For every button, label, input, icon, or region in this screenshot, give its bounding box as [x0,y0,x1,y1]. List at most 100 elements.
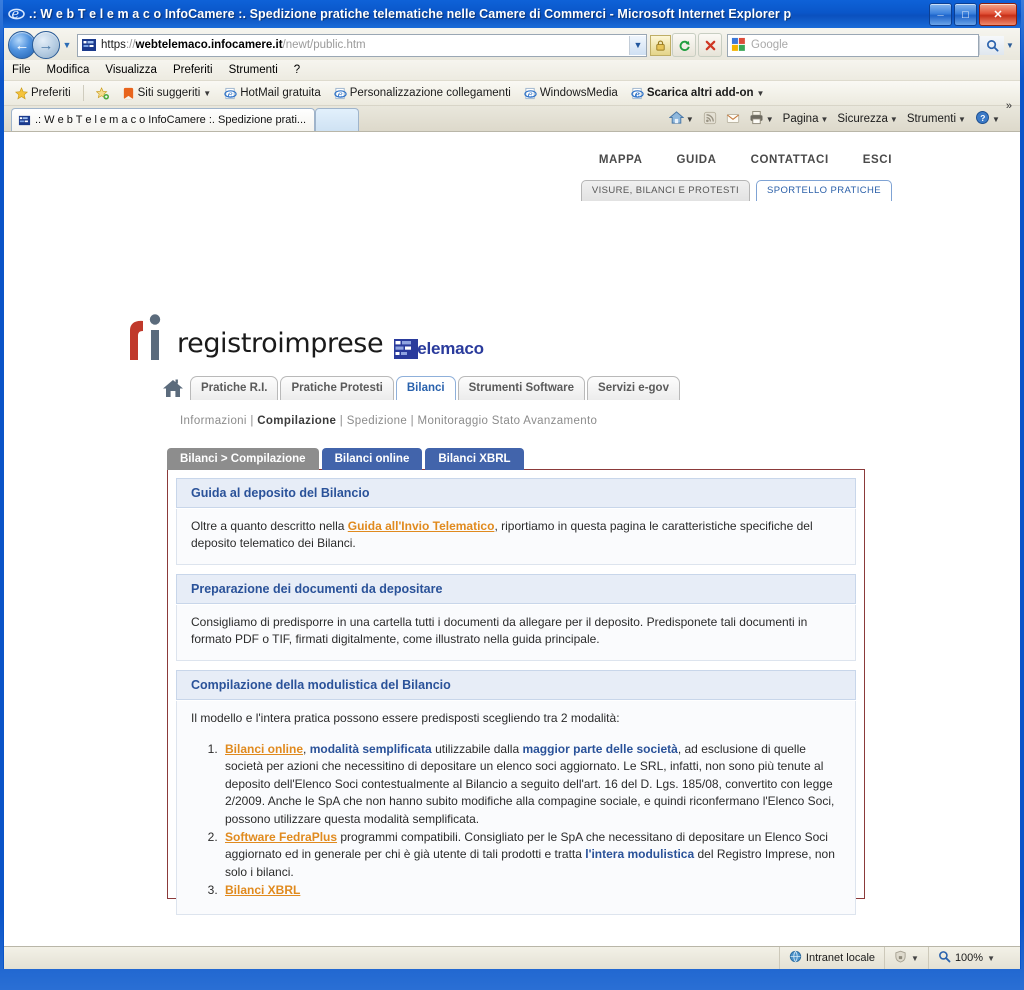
home-icon[interactable] [162,377,184,399]
fav-item-scarica-altri-add-on[interactable]: e Scarica altri add-on ▼ [627,86,769,101]
main-tab-pratiche-ri[interactable]: Pratiche R.I. [190,376,279,400]
menu-item-help[interactable]: ? [294,64,300,76]
window-controls: _ □ ✕ [929,3,1017,26]
search-input[interactable]: Google [727,33,979,57]
main-tab-strumenti-software[interactable]: Strumenti Software [457,376,586,400]
feeds-button[interactable] [700,110,720,129]
sub-tab-bilanci-compilazione[interactable]: Bilanci > Compilazione [167,448,319,470]
internet-explorer-icon: e [224,87,237,100]
site-top-nav: MAPPA GUIDA CONTATTACI ESCI [599,154,892,166]
refresh-button[interactable] [672,33,696,57]
add-star-icon [95,86,109,100]
minimize-icon: _ [937,4,944,17]
security-zone-indicator[interactable]: Intranet locale [778,947,884,969]
chevron-down-icon: ▼ [987,953,995,963]
mode-bold-maggior-parte-societa: maggior parte delle società [522,741,678,756]
fav-label: HotMail gratuita [240,87,321,99]
stop-button[interactable] [698,33,722,57]
site-logo[interactable]: registroimprese elemaco [126,310,484,362]
page-menu-button[interactable]: Pagina ▼ [780,112,832,126]
link-bilanci-xbrl[interactable]: Bilanci XBRL [225,883,300,897]
modes-list: Bilanci online, modalità semplificata ut… [191,741,841,900]
favorites-label: Preferiti [31,87,71,99]
content-panel: Guida al deposito del Bilancio Oltre a q… [167,469,865,916]
protected-mode-indicator[interactable]: ▼ [884,947,928,969]
service-tab-sportello-pratiche[interactable]: SPORTELLO PRATICHE [755,180,892,201]
search-go-button[interactable] [979,35,1004,55]
link-guida-invio-telematico[interactable]: Guida all'Invio Telematico [348,519,495,533]
svg-text:e: e [12,7,20,22]
help-menu-button[interactable]: ? ▼ [972,109,1003,129]
close-button[interactable]: ✕ [979,3,1017,26]
breadcrumb-item-compilazione[interactable]: Compilazione [257,415,336,427]
menu-item-modifica[interactable]: Modifica [47,64,90,76]
address-dropdown-button[interactable]: ▼ [629,35,646,55]
tools-menu-button[interactable]: Strumenti ▼ [904,112,969,126]
fav-label: Siti suggeriti [137,87,201,99]
main-tab-servizi-e-gov[interactable]: Servizi e-gov [587,376,680,400]
ssl-lock-icon[interactable] [650,34,671,56]
chevron-down-icon: ▼ [203,88,212,98]
main-tab-pratiche-protesti[interactable]: Pratiche Protesti [280,376,394,400]
forward-button[interactable]: → [32,31,60,59]
topnav-link-mappa[interactable]: MAPPA [599,154,643,166]
sub-tabs: Bilanci > Compilazione Bilanci online Bi… [167,448,524,470]
fav-item-siti-suggeriti[interactable]: Siti suggeriti ▼ [118,86,216,101]
fav-item-personalizzazione-collegamenti[interactable]: e Personalizzazione collegamenti [330,86,515,101]
add-to-favorites-bar-button[interactable] [92,86,113,101]
search-options-button[interactable]: ▼ [1004,41,1016,50]
link-software-fedraplus[interactable]: Software FedraPlus [225,830,337,844]
security-menu-button[interactable]: Sicurezza ▼ [834,112,900,126]
read-mail-button[interactable] [723,110,743,129]
logo-wordmark: registroimprese [177,328,384,359]
browser-window: e .: W e b T e l e m a c o InfoCamere :.… [0,0,1024,990]
internet-explorer-icon: e [8,5,25,22]
section-heading-preparazione: Preparazione dei documenti da depositare [176,573,856,604]
fav-item-windowsmedia[interactable]: e WindowsMedia [520,86,622,101]
address-input[interactable]: https://webtelemaco.infocamere.it/newt/p… [77,33,647,57]
fav-item-hotmail-gratuita[interactable]: e HotMail gratuita [220,86,325,101]
sub-tab-bilanci-online[interactable]: Bilanci online [321,448,423,470]
menu-item-preferiti[interactable]: Preferiti [173,64,213,76]
breadcrumb-item-monitoraggio[interactable]: Monitoraggio Stato Avanzamento [418,415,598,427]
command-bar: ▼ ▼ Pagina ▼ Sicurezza ▼ Strumenti ▼ ? ▼… [666,100,1012,129]
sub-tab-bilanci-xbrl[interactable]: Bilanci XBRL [425,448,524,470]
globe-icon [789,950,802,966]
topnav-link-esci[interactable]: ESCI [863,154,892,166]
browser-tab-active[interactable]: .: W e b T e l e m a c o InfoCamere :. S… [11,108,316,131]
site-favicon-icon [18,114,31,127]
menu-item-visualizza[interactable]: Visualizza [105,64,157,76]
internet-explorer-icon: e [334,87,347,100]
security-zone-label: Intranet locale [805,952,876,964]
telemaco-mark-icon [393,338,419,360]
breadcrumb-item-informazioni[interactable]: Informazioni [180,415,247,427]
main-tab-bilanci[interactable]: Bilanci [395,376,456,400]
overflow-chevron-icon[interactable]: » [1006,100,1012,112]
service-tab-visure-bilanci-protesti[interactable]: VISURE, BILANCI E PROTESTI [580,180,750,201]
svg-text:e: e [337,88,342,98]
new-tab-button[interactable] [315,108,360,131]
page-menu-label: Pagina [782,113,819,125]
mail-icon [726,111,740,128]
minimize-button[interactable]: _ [929,3,952,26]
zoom-level-label: 100% [954,952,984,964]
url-separator: :// [125,39,136,51]
zoom-level-control[interactable]: 100% ▼ [927,947,1020,969]
home-icon [668,110,685,128]
menu-item-strumenti[interactable]: Strumenti [229,64,278,76]
main-tab-label: Pratiche R.I. [201,382,268,394]
print-button[interactable]: ▼ [746,109,777,129]
favorites-button[interactable]: Preferiti [11,86,75,101]
breadcrumb-item-spedizione[interactable]: Spedizione [347,415,407,427]
list-item: Software FedraPlus programmi compatibili… [221,829,841,881]
list-item: Bilanci XBRL [221,882,841,899]
mode-bold-intera-modulistica: l'intera modulistica [585,847,695,862]
home-button[interactable]: ▼ [666,109,697,129]
link-bilanci-online[interactable]: Bilanci online [225,742,303,756]
maximize-button[interactable]: □ [954,3,977,26]
topnav-link-contattaci[interactable]: CONTATTACI [751,154,829,166]
topnav-link-guida[interactable]: GUIDA [677,154,717,166]
browser-tab-title: .: W e b T e l e m a c o InfoCamere :. S… [35,114,307,126]
recent-pages-button[interactable]: ▼ [60,40,74,50]
menu-item-file[interactable]: File [12,64,31,76]
